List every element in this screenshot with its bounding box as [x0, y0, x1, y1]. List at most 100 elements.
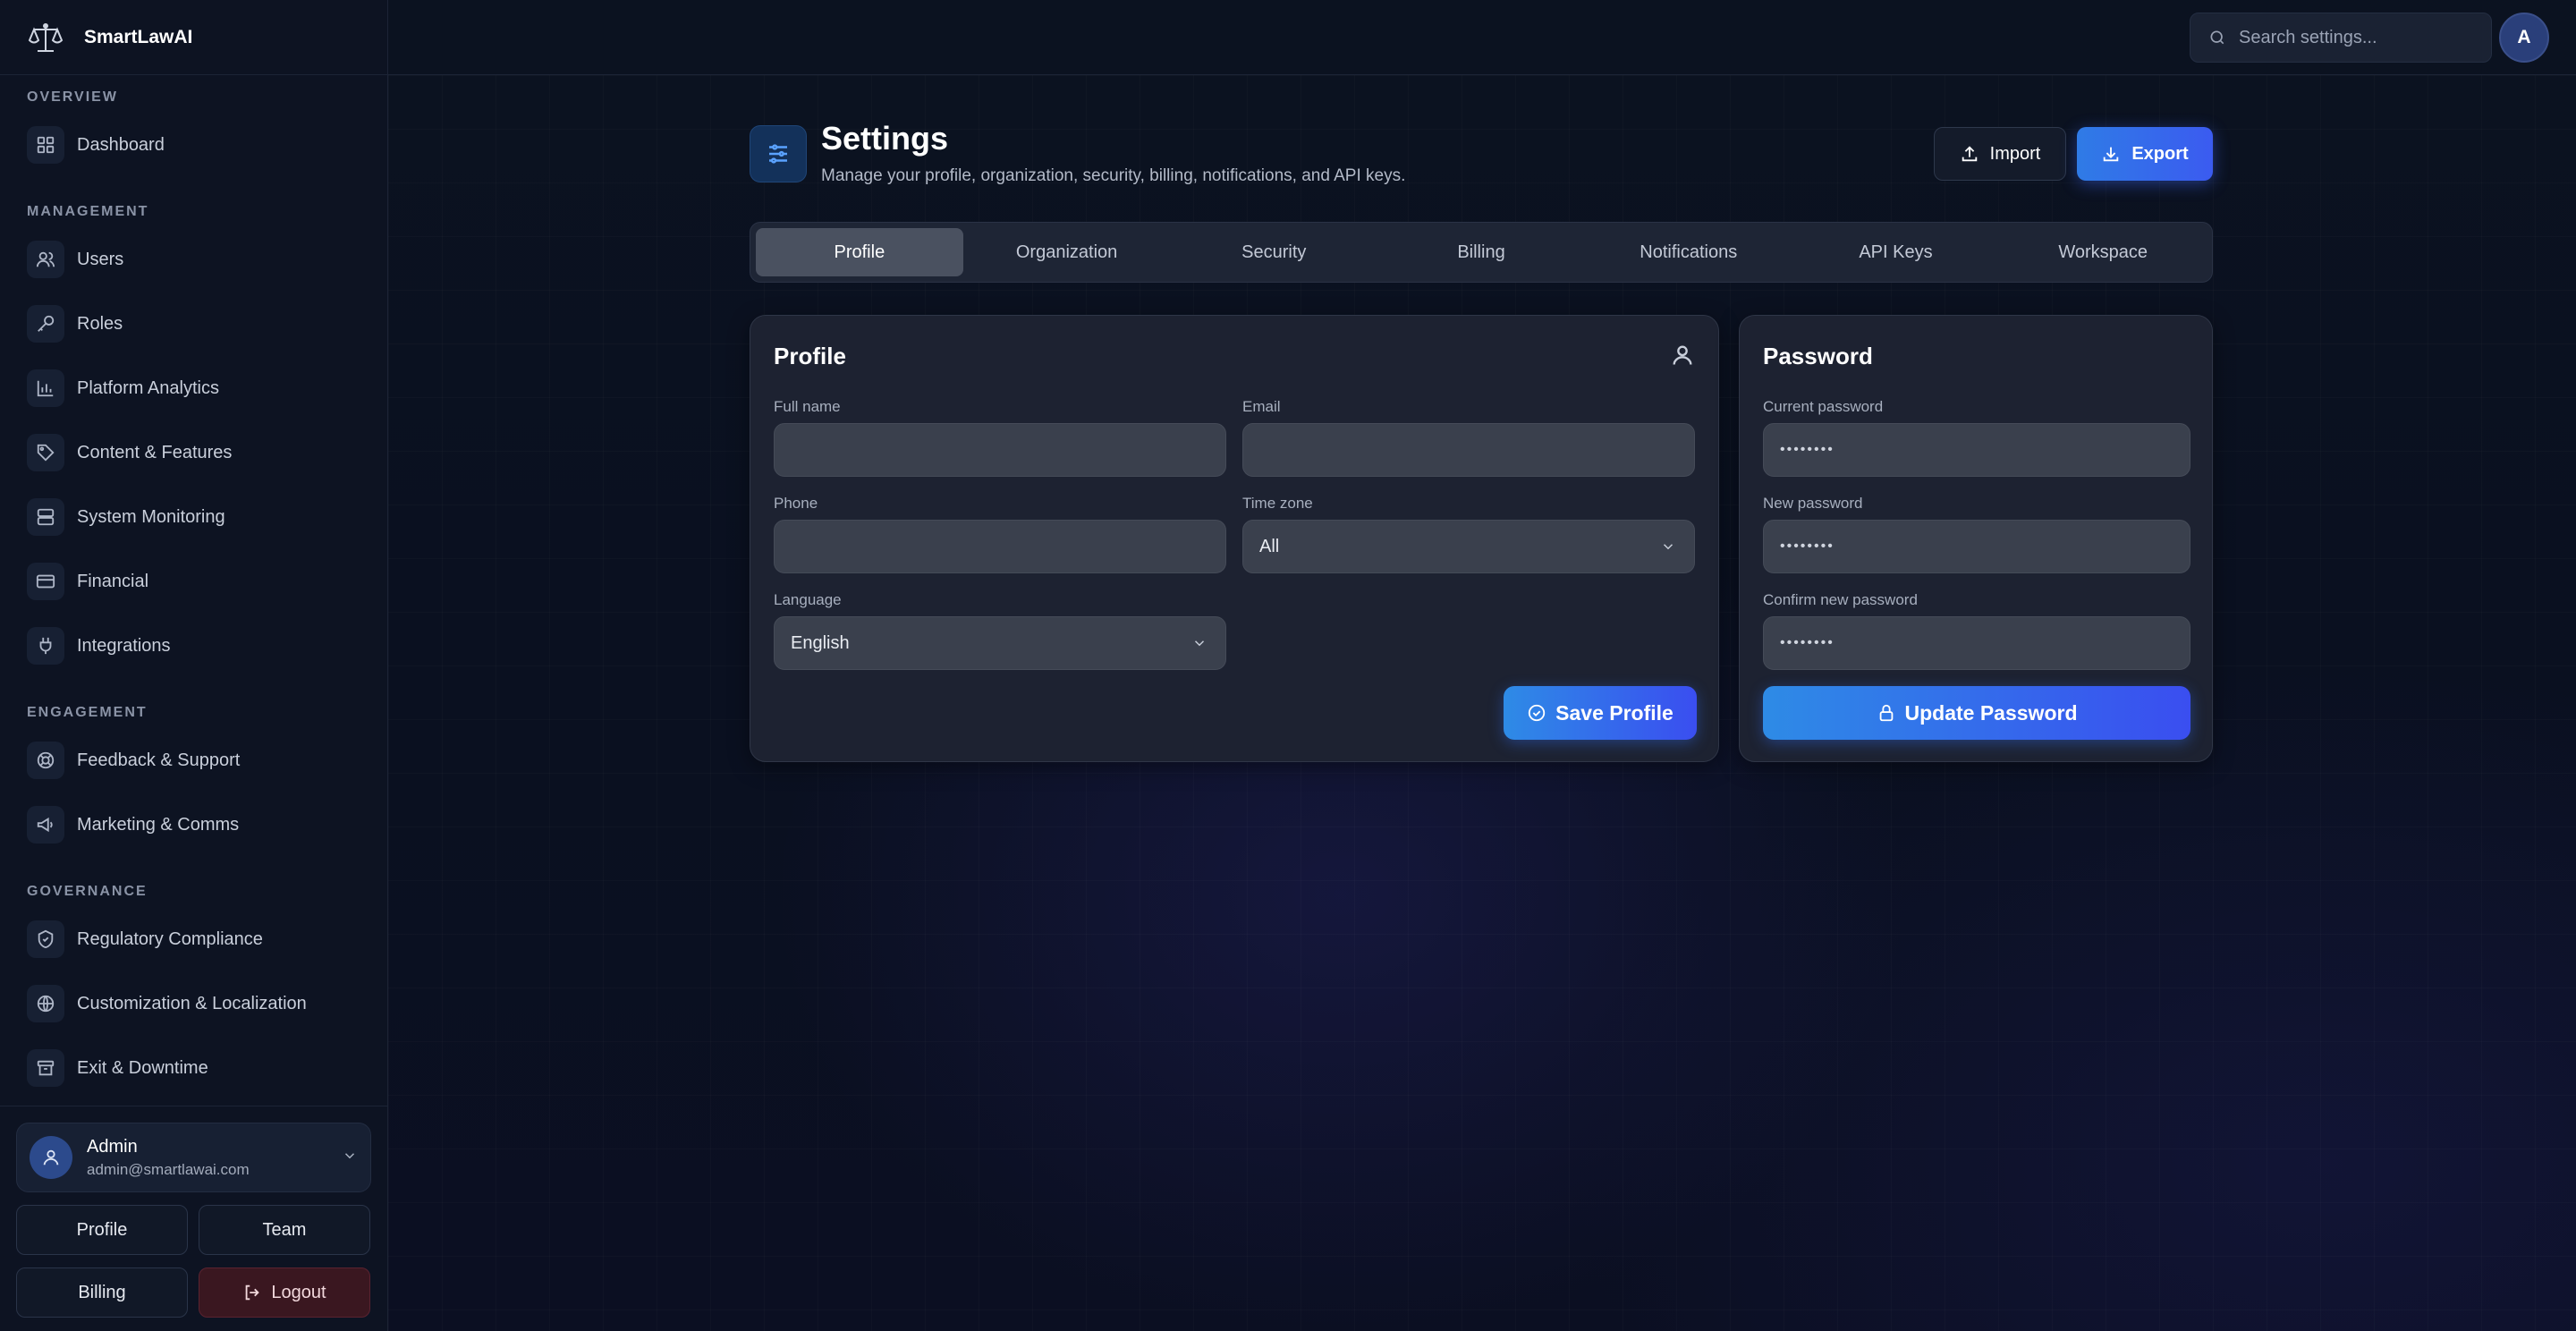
- tab-api-keys[interactable]: API Keys: [1792, 228, 2000, 276]
- full-name-field[interactable]: [774, 423, 1226, 477]
- shield-icon: [27, 920, 64, 958]
- brand[interactable]: SmartLawAI: [0, 0, 387, 75]
- save-profile-button[interactable]: Save Profile: [1504, 686, 1697, 740]
- search-placeholder: Search settings...: [2239, 27, 2377, 47]
- settings-tabs: Profile Organization Security Billing No…: [750, 222, 2213, 283]
- sidebar-item-label: Feedback & Support: [77, 750, 241, 770]
- confirm-password-field[interactable]: ••••••••: [1763, 616, 2190, 670]
- logout-label: Logout: [271, 1282, 326, 1302]
- full-name-label: Full name: [774, 398, 841, 415]
- billing-button[interactable]: Billing: [16, 1267, 188, 1318]
- download-icon: [2101, 144, 2121, 164]
- confirm-password-label: Confirm new password: [1763, 591, 1918, 608]
- lock-icon: [1877, 703, 1896, 723]
- tab-workspace[interactable]: Workspace: [1999, 228, 2207, 276]
- sidebar-item-regulatory-compliance[interactable]: Regulatory Compliance: [0, 907, 387, 971]
- current-password-field[interactable]: ••••••••: [1763, 423, 2190, 477]
- sidebar: SmartLawAI OVERVIEW Dashboard MANAGEMENT…: [0, 0, 388, 1331]
- email-field[interactable]: [1242, 423, 1695, 477]
- sidebar-item-exit-downtime[interactable]: Exit & Downtime: [0, 1036, 387, 1100]
- server-icon: [27, 498, 64, 536]
- page-subtitle: Manage your profile, organization, secur…: [821, 166, 1406, 185]
- user-name: Admin: [87, 1136, 138, 1157]
- sidebar-item-label: Roles: [77, 313, 123, 334]
- sidebar-item-label: Regulatory Compliance: [77, 928, 263, 949]
- password-card: Password Current password •••••••• New p…: [1739, 315, 2213, 762]
- sidebar-item-content-features[interactable]: Content & Features: [0, 420, 387, 485]
- timezone-select[interactable]: All: [1242, 520, 1695, 573]
- export-label: Export: [2131, 143, 2189, 164]
- team-button[interactable]: Team: [199, 1205, 370, 1255]
- upload-icon: [1960, 144, 1979, 164]
- logout-icon: [242, 1283, 262, 1302]
- avatar: [30, 1136, 72, 1179]
- sidebar-item-label: Integrations: [77, 635, 171, 656]
- sidebar-item-customization-localization[interactable]: Customization & Localization: [0, 971, 387, 1036]
- sidebar-item-label: Financial: [77, 571, 149, 591]
- section-title-governance: GOVERNANCE: [27, 884, 148, 899]
- new-password-field[interactable]: ••••••••: [1763, 520, 2190, 573]
- sidebar-item-marketing-comms[interactable]: Marketing & Comms: [0, 793, 387, 857]
- users-icon: [27, 241, 64, 278]
- sidebar-nav: OVERVIEW Dashboard MANAGEMENT Users Role…: [0, 82, 387, 1100]
- sidebar-item-label: System Monitoring: [77, 506, 225, 527]
- megaphone-icon: [27, 806, 64, 844]
- search-icon: [2208, 29, 2226, 47]
- tag-icon: [27, 434, 64, 471]
- sidebar-item-roles[interactable]: Roles: [0, 292, 387, 356]
- chevron-down-icon: [1660, 538, 1676, 560]
- tab-security[interactable]: Security: [1170, 228, 1377, 276]
- scales-logo-icon: [25, 17, 66, 58]
- section-title-management: MANAGEMENT: [27, 204, 149, 219]
- sidebar-item-dashboard[interactable]: Dashboard: [0, 113, 387, 177]
- key-icon: [27, 305, 64, 343]
- sidebar-item-integrations[interactable]: Integrations: [0, 614, 387, 678]
- import-button[interactable]: Import: [1934, 127, 2066, 181]
- dashboard-icon: [27, 126, 64, 164]
- language-select[interactable]: English: [774, 616, 1226, 670]
- settings-sliders-icon: [750, 125, 807, 182]
- logout-button[interactable]: Logout: [199, 1267, 370, 1318]
- export-button[interactable]: Export: [2077, 127, 2213, 181]
- sidebar-item-label: Users: [77, 249, 124, 269]
- language-label: Language: [774, 591, 842, 608]
- account-avatar[interactable]: A: [2499, 13, 2549, 63]
- sidebar-item-financial[interactable]: Financial: [0, 549, 387, 614]
- credit-card-icon: [27, 563, 64, 600]
- profile-card: Profile Full name Email Phone Time zone …: [750, 315, 1719, 762]
- section-title-engagement: ENGAGEMENT: [27, 705, 148, 720]
- sidebar-item-label: Marketing & Comms: [77, 814, 240, 835]
- page-title: Settings: [821, 120, 949, 157]
- sidebar-item-platform-analytics[interactable]: Platform Analytics: [0, 356, 387, 420]
- profile-card-title: Profile: [774, 343, 846, 369]
- chevron-down-icon: [1191, 635, 1208, 657]
- user-menu[interactable]: Admin admin@smartlawai.com: [16, 1123, 371, 1192]
- update-password-button[interactable]: Update Password: [1763, 686, 2190, 740]
- language-value: English: [791, 632, 850, 653]
- archive-icon: [27, 1049, 64, 1087]
- user-icon: [1670, 343, 1695, 372]
- save-profile-label: Save Profile: [1555, 700, 1674, 725]
- phone-field[interactable]: [774, 520, 1226, 573]
- tab-billing[interactable]: Billing: [1377, 228, 1585, 276]
- timezone-value: All: [1259, 536, 1280, 556]
- sidebar-footer: Admin admin@smartlawai.com Profile Team …: [0, 1106, 387, 1331]
- sidebar-item-feedback-support[interactable]: Feedback & Support: [0, 728, 387, 793]
- tab-organization[interactable]: Organization: [963, 228, 1171, 276]
- sidebar-item-system-monitoring[interactable]: System Monitoring: [0, 485, 387, 549]
- chevron-down-icon: [342, 1148, 358, 1168]
- sidebar-item-label: Customization & Localization: [77, 993, 307, 1013]
- brand-name: SmartLawAI: [84, 26, 193, 47]
- current-password-label: Current password: [1763, 398, 1884, 415]
- sidebar-item-users[interactable]: Users: [0, 227, 387, 292]
- sidebar-item-label: Platform Analytics: [77, 377, 219, 398]
- profile-button[interactable]: Profile: [16, 1205, 188, 1255]
- search-input[interactable]: Search settings...: [2190, 13, 2492, 63]
- globe-icon: [27, 985, 64, 1022]
- timezone-label: Time zone: [1242, 495, 1313, 512]
- tab-notifications[interactable]: Notifications: [1585, 228, 1792, 276]
- tab-profile[interactable]: Profile: [756, 228, 963, 276]
- check-circle-icon: [1527, 703, 1546, 723]
- password-card-title: Password: [1763, 343, 1873, 369]
- new-password-label: New password: [1763, 495, 1863, 512]
